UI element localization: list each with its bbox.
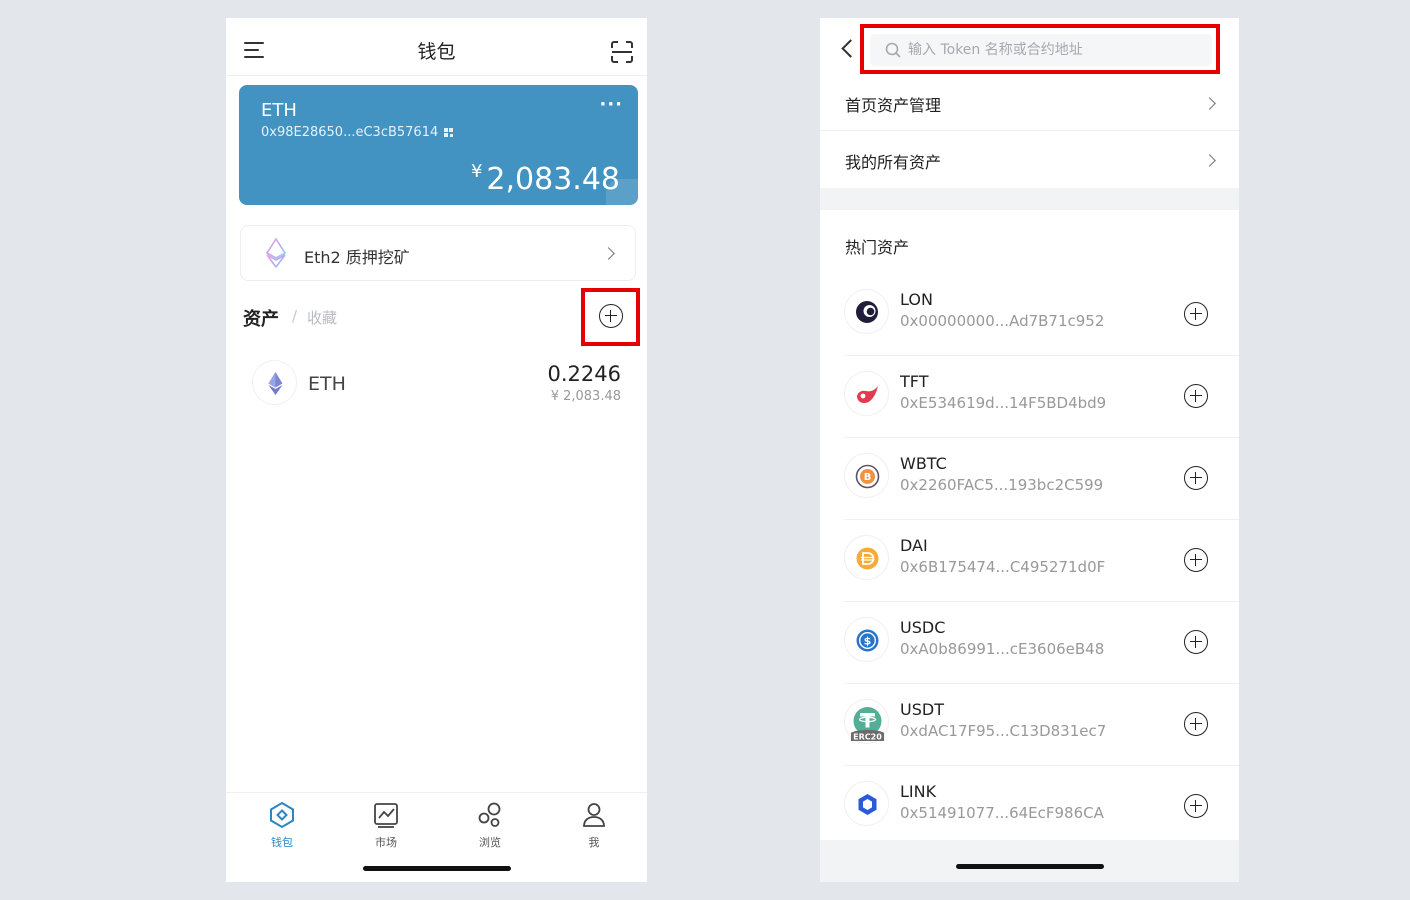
add-asset-button[interactable] [599,304,623,328]
menu-row-label: 我的所有资产 [845,153,942,172]
add-token-screen: 首页资产管理 我的所有资产 热门资产 LON 0x00000000...Ad7B… [820,18,1239,882]
usdc-icon: $ [844,617,889,662]
add-token-button[interactable] [1184,794,1208,818]
tab-favorites[interactable]: 收藏 [307,307,337,328]
add-token-button[interactable] [1184,712,1208,736]
back-arrow-icon[interactable] [841,39,860,58]
eth2-staking-icon [265,238,287,268]
erc20-badge: ERC20 [853,733,882,742]
browse-bubbles-icon [478,802,501,827]
bottom-safe-area [820,840,1239,882]
tft-icon [844,371,889,416]
asset-fiat-value: ¥ 2,083.48 [550,389,621,404]
token-address: 0x2260FAC5...193bc2C599 [900,476,1104,494]
wallet-screen: 钱包 ETH 0x98E28650...eC3cB57614 ··· ¥2,08… [226,18,647,882]
token-row-dai[interactable]: DAI 0x6B175474...C495271d0F [844,520,1239,602]
qr-code-icon[interactable] [444,128,454,137]
token-address: 0xdAC17F95...C13D831ec7 [900,722,1107,740]
hot-assets-title: 热门资产 [845,238,910,257]
token-row-link[interactable]: LINK 0x51491077...64EcF986CA [844,766,1239,848]
token-symbol: WBTC [900,454,947,473]
card-corner-decoration [606,179,638,205]
menu-row-all-assets[interactable]: 我的所有资产 [820,131,1239,188]
token-symbol: USDT [900,700,944,719]
tab-assets[interactable]: 资产 [243,305,279,331]
token-address: 0x6B175474...C495271d0F [900,558,1106,576]
svg-text:$: $ [864,635,872,648]
chevron-right-icon [1203,154,1216,167]
tab-market[interactable]: 市场 [356,801,416,853]
tab-wallet[interactable]: 钱包 [252,801,312,853]
token-row-lon[interactable]: LON 0x00000000...Ad7B71c952 [844,274,1239,356]
tab-label: 我 [588,836,600,849]
token-address: 0xA0b86991...cE3606eB48 [900,640,1105,658]
token-symbol: DAI [900,536,928,555]
person-icon [583,803,605,827]
home-indicator [363,866,511,871]
add-token-button[interactable] [1184,548,1208,572]
page-title: 钱包 [417,41,456,63]
scan-icon[interactable] [611,41,633,63]
token-row-usdt[interactable]: ERC20 USDT 0xdAC17F95...C13D831ec7 [844,684,1239,766]
dai-icon [844,535,889,580]
asset-symbol: ETH [308,373,346,395]
market-chart-icon [374,803,398,828]
more-options-icon[interactable]: ··· [599,94,623,115]
chainlink-icon [844,781,889,826]
currency-symbol: ¥ [470,161,483,182]
token-row-usdc[interactable]: $ USDC 0xA0b86991...cE3606eB48 [844,602,1239,684]
lon-icon [844,289,889,334]
eth2-staking-entry[interactable]: Eth2 质押挖矿 [240,225,636,281]
tab-me[interactable]: 我 [564,801,624,853]
add-token-button[interactable] [1184,384,1208,408]
wbtc-icon: B [844,453,889,498]
asset-row[interactable]: ETH 0.2246 ¥ 2,083.48 [240,355,636,411]
wallet-card[interactable]: ETH 0x98E28650...eC3cB57614 ··· ¥2,083.4… [239,85,638,205]
asset-amount: 0.2246 [547,362,621,386]
wallet-address: 0x98E28650...eC3cB57614 [261,125,439,140]
add-token-button[interactable] [1184,302,1208,326]
wallet-name: ETH [261,100,297,121]
usdt-icon: ERC20 [844,699,889,744]
tab-label: 钱包 [271,836,293,849]
section-divider [820,188,1239,210]
token-row-wbtc[interactable]: B WBTC 0x2260FAC5...193bc2C599 [844,438,1239,520]
wallet-address-row: 0x98E28650...eC3cB57614 [261,125,454,140]
token-symbol: LON [900,290,933,309]
bottom-tab-bar: 钱包 市场 浏览 我 [226,792,647,882]
tab-browse[interactable]: 浏览 [460,801,520,853]
token-symbol: LINK [900,782,937,801]
token-address: 0xE534619d...14F5BD4bd9 [900,394,1107,412]
balance-value: 2,083.48 [486,162,620,197]
tab-label: 市场 [375,836,397,849]
menu-row-label: 首页资产管理 [845,96,942,115]
highlight-box-search [860,24,1220,74]
wallet-balance: ¥2,083.48 [471,161,620,197]
ethereum-icon [252,360,297,405]
menu-row-home-assets[interactable]: 首页资产管理 [820,74,1239,131]
chevron-right-icon [1203,97,1216,110]
home-indicator [956,864,1104,869]
svg-text:B: B [864,472,872,483]
staking-label: Eth2 质押挖矿 [304,248,410,267]
token-address: 0x00000000...Ad7B71c952 [900,312,1105,330]
add-token-button[interactable] [1184,630,1208,654]
tab-separator: / [292,307,298,325]
wallet-header: 钱包 [226,18,647,76]
token-row-tft[interactable]: TFT 0xE534619d...14F5BD4bd9 [844,356,1239,438]
add-token-button[interactable] [1184,466,1208,490]
token-symbol: USDC [900,618,946,637]
token-symbol: TFT [900,372,929,391]
token-address: 0x51491077...64EcF986CA [900,804,1104,822]
tab-label: 浏览 [479,836,501,849]
chevron-right-icon [602,247,615,260]
wallet-icon [270,801,294,829]
